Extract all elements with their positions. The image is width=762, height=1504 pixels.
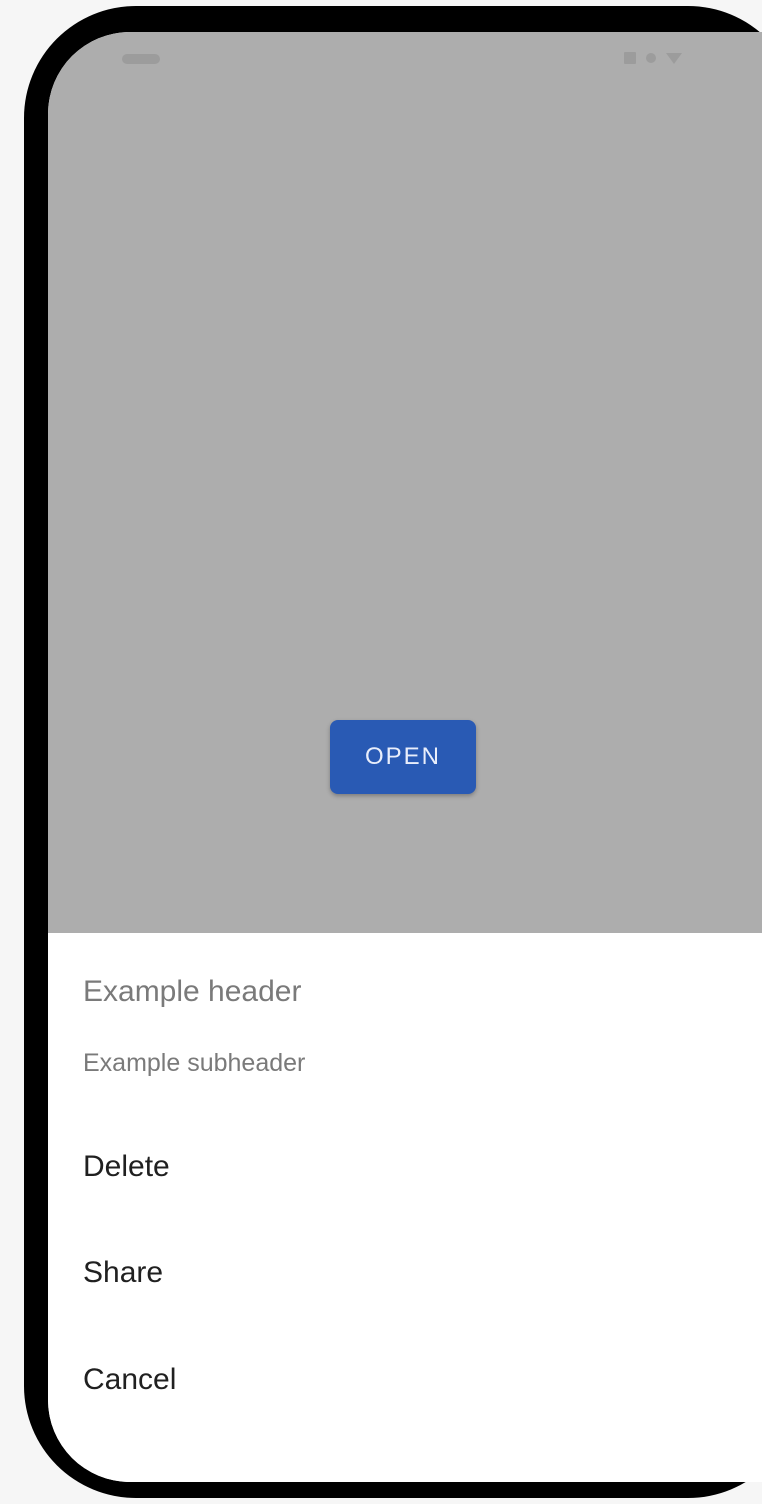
background-scrim[interactable]: OPEN bbox=[48, 32, 762, 933]
device-screen: OPEN Example header Example subheader De… bbox=[48, 32, 762, 1482]
open-button[interactable]: OPEN bbox=[330, 720, 476, 794]
delete-action-label: Delete bbox=[83, 1150, 170, 1183]
delete-action[interactable]: Delete bbox=[48, 1129, 762, 1215]
bottom-sheet: Example header Example subheader Delete … bbox=[48, 933, 762, 1482]
cancel-action-label: Cancel bbox=[83, 1363, 177, 1396]
app-canvas: OPEN Example header Example subheader De… bbox=[0, 0, 762, 1504]
share-action[interactable]: Share bbox=[48, 1235, 762, 1321]
sheet-subheader: Example subheader bbox=[83, 1049, 306, 1077]
sheet-header: Example header bbox=[83, 975, 302, 1008]
cancel-action[interactable]: Cancel bbox=[48, 1342, 762, 1428]
status-indicator-icon bbox=[122, 54, 160, 64]
status-icons bbox=[624, 52, 682, 64]
battery-icon bbox=[624, 52, 636, 64]
share-action-label: Share bbox=[83, 1256, 164, 1289]
signal-icon bbox=[646, 53, 656, 63]
wifi-icon bbox=[666, 52, 682, 64]
status-bar bbox=[48, 32, 762, 92]
